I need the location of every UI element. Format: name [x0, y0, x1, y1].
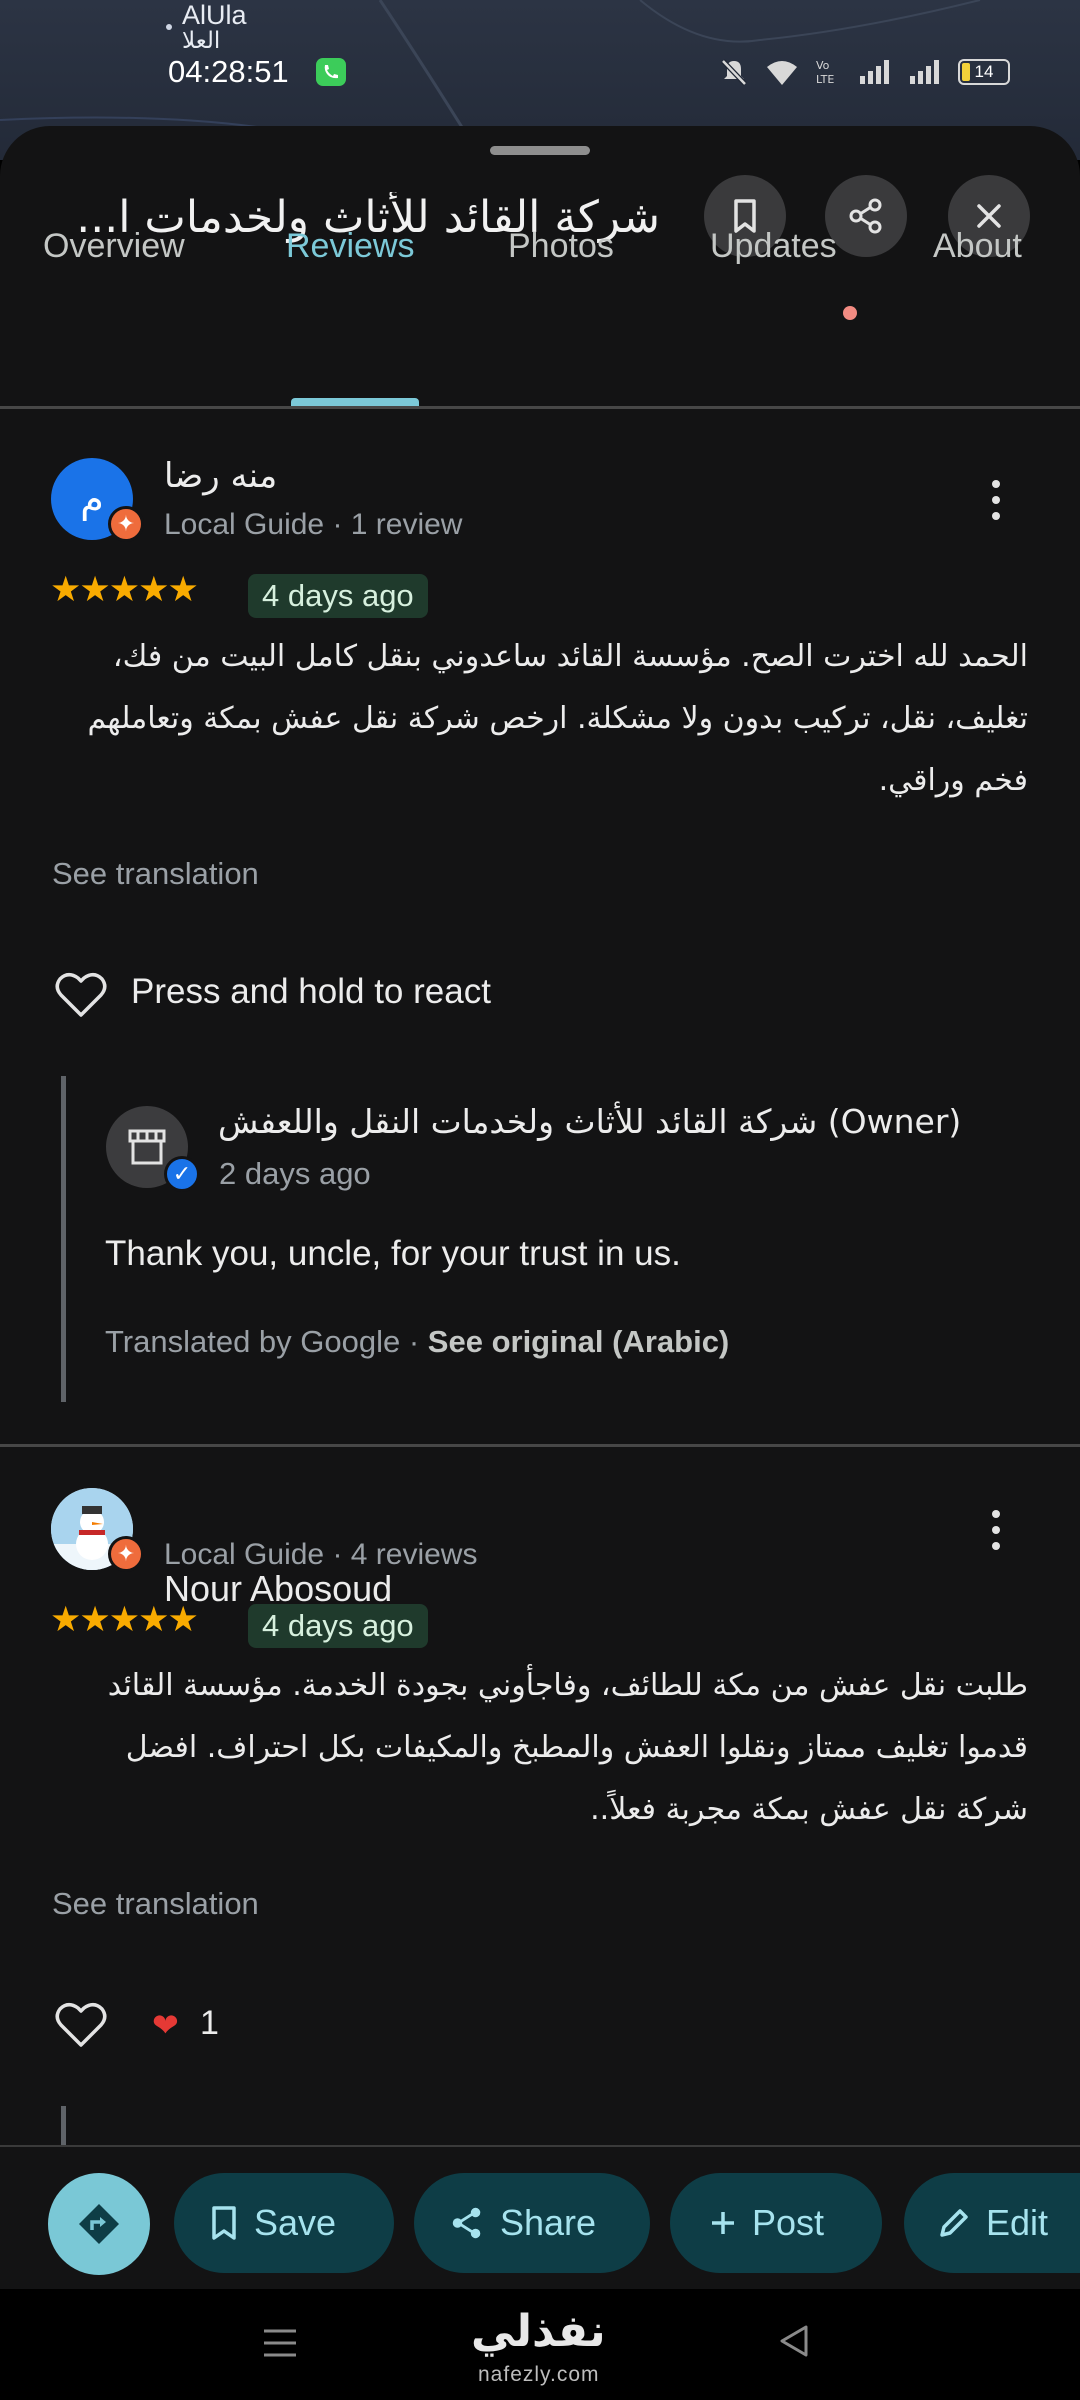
see-translation-link[interactable]: See translation [52, 856, 259, 892]
wifi-icon [767, 61, 797, 85]
local-guide-badge-icon: ✦ [108, 506, 144, 542]
save-label: Save [254, 2202, 337, 2243]
plus-icon [712, 2212, 734, 2234]
battery-level: 14 [974, 62, 994, 81]
share-place-button[interactable] [825, 175, 907, 257]
watermark-logo: نفذلي [471, 2306, 606, 2357]
action-bar: Save Share Post Edit [0, 2145, 1080, 2291]
battery-icon: 14 [958, 59, 1010, 85]
recent-apps-icon[interactable] [262, 2327, 298, 2359]
post-label: Post [752, 2202, 825, 2243]
place-sheet: شركة القائد للأثاث ولخدمات ا... Overview… [0, 126, 1080, 2289]
review-text: الحمد لله اخترت الصح. مؤسسة القائد ساعدو… [87, 639, 1028, 798]
rating-stars: ★★★★★ [50, 570, 199, 609]
watermark-url: nafezly.com [478, 2363, 600, 2386]
see-translation-link[interactable]: See translation [52, 1886, 259, 1922]
share-button[interactable]: Share [414, 2173, 650, 2273]
owner-reply-age: 2 days ago [219, 1156, 371, 1191]
edit-label: Edit [986, 2202, 1049, 2243]
translated-by-label: Translated by Google · [105, 1324, 428, 1359]
share-label: Share [500, 2202, 597, 2243]
review-divider [0, 1444, 1080, 1447]
location-dot-icon [166, 24, 172, 30]
post-button[interactable]: Post [670, 2173, 882, 2273]
reviewer-meta: Local Guide · 1 review [164, 508, 463, 541]
svg-text:Vo: Vo [816, 59, 830, 72]
location-name-en: AlUla [182, 0, 247, 30]
volte-icon: VoLTE [816, 59, 834, 86]
tab-updates[interactable]: Updates [710, 227, 837, 266]
owner-name: شركة القائد للأثاث ولخدمات النقل واللعفش… [218, 1102, 962, 1141]
heart-react-icon[interactable] [54, 970, 108, 1020]
storefront-icon [128, 1129, 166, 1165]
status-bar: AlUla العلا 04:28:51 Vo LTE 14 [0, 0, 1080, 90]
tabs-divider [0, 406, 1080, 409]
heart-react-icon[interactable] [54, 2000, 108, 2050]
bookmark-icon [212, 2206, 236, 2240]
signal-1-icon [860, 60, 889, 84]
owner-reply-rule [61, 1076, 66, 1402]
review-text: طلبت نقل عفش من مكة للطائف، وفاجأوني بجو… [107, 1668, 1028, 1827]
svg-text:LTE: LTE [816, 73, 834, 86]
share-icon [849, 198, 882, 234]
active-call-icon [316, 58, 346, 86]
directions-button[interactable] [48, 2173, 150, 2275]
reaction-heart-icon: ❤ [152, 2007, 179, 2043]
rating-stars: ★★★★★ [50, 1600, 199, 1639]
see-original-link[interactable]: See original (Arabic) [428, 1324, 729, 1359]
reviewer-name[interactable]: منه رضا [164, 456, 277, 496]
tab-reviews[interactable]: Reviews [286, 227, 414, 266]
local-guide-badge-icon: ✦ [108, 1536, 144, 1572]
owner-reply-text: Thank you, uncle, for your trust in us. [105, 1234, 681, 1273]
tab-about[interactable]: About [933, 227, 1022, 266]
signal-2-icon [910, 60, 939, 84]
mute-icon [721, 59, 747, 86]
pencil-icon [940, 2209, 968, 2237]
review-age: 4 days ago [248, 1604, 428, 1648]
share-icon [452, 2207, 481, 2239]
review-more-options-button[interactable] [990, 1510, 1002, 1550]
save-button[interactable]: Save [174, 2173, 394, 2273]
tab-overview[interactable]: Overview [43, 227, 185, 266]
reviewer-meta: Local Guide · 4 reviews [164, 1538, 478, 1571]
location-name-ar: العلا [182, 28, 221, 54]
drag-handle[interactable] [490, 146, 590, 155]
verified-badge-icon: ✓ [164, 1156, 200, 1192]
review-age: 4 days ago [248, 574, 428, 618]
system-icons: Vo LTE 14 [718, 54, 1010, 90]
status-time: 04:28:51 [168, 54, 289, 89]
active-tab-indicator [291, 398, 419, 406]
updates-notification-dot [843, 306, 857, 320]
translation-note: Translated by Google · See original (Ara… [105, 1324, 729, 1360]
react-prompt[interactable]: Press and hold to react [131, 972, 491, 1012]
directions-icon [79, 2204, 119, 2244]
reaction-count: 1 [200, 2004, 219, 2042]
review-more-options-button[interactable] [990, 480, 1002, 520]
edit-button[interactable]: Edit [904, 2173, 1080, 2273]
back-icon[interactable] [778, 2323, 810, 2359]
tab-photos[interactable]: Photos [508, 227, 614, 266]
